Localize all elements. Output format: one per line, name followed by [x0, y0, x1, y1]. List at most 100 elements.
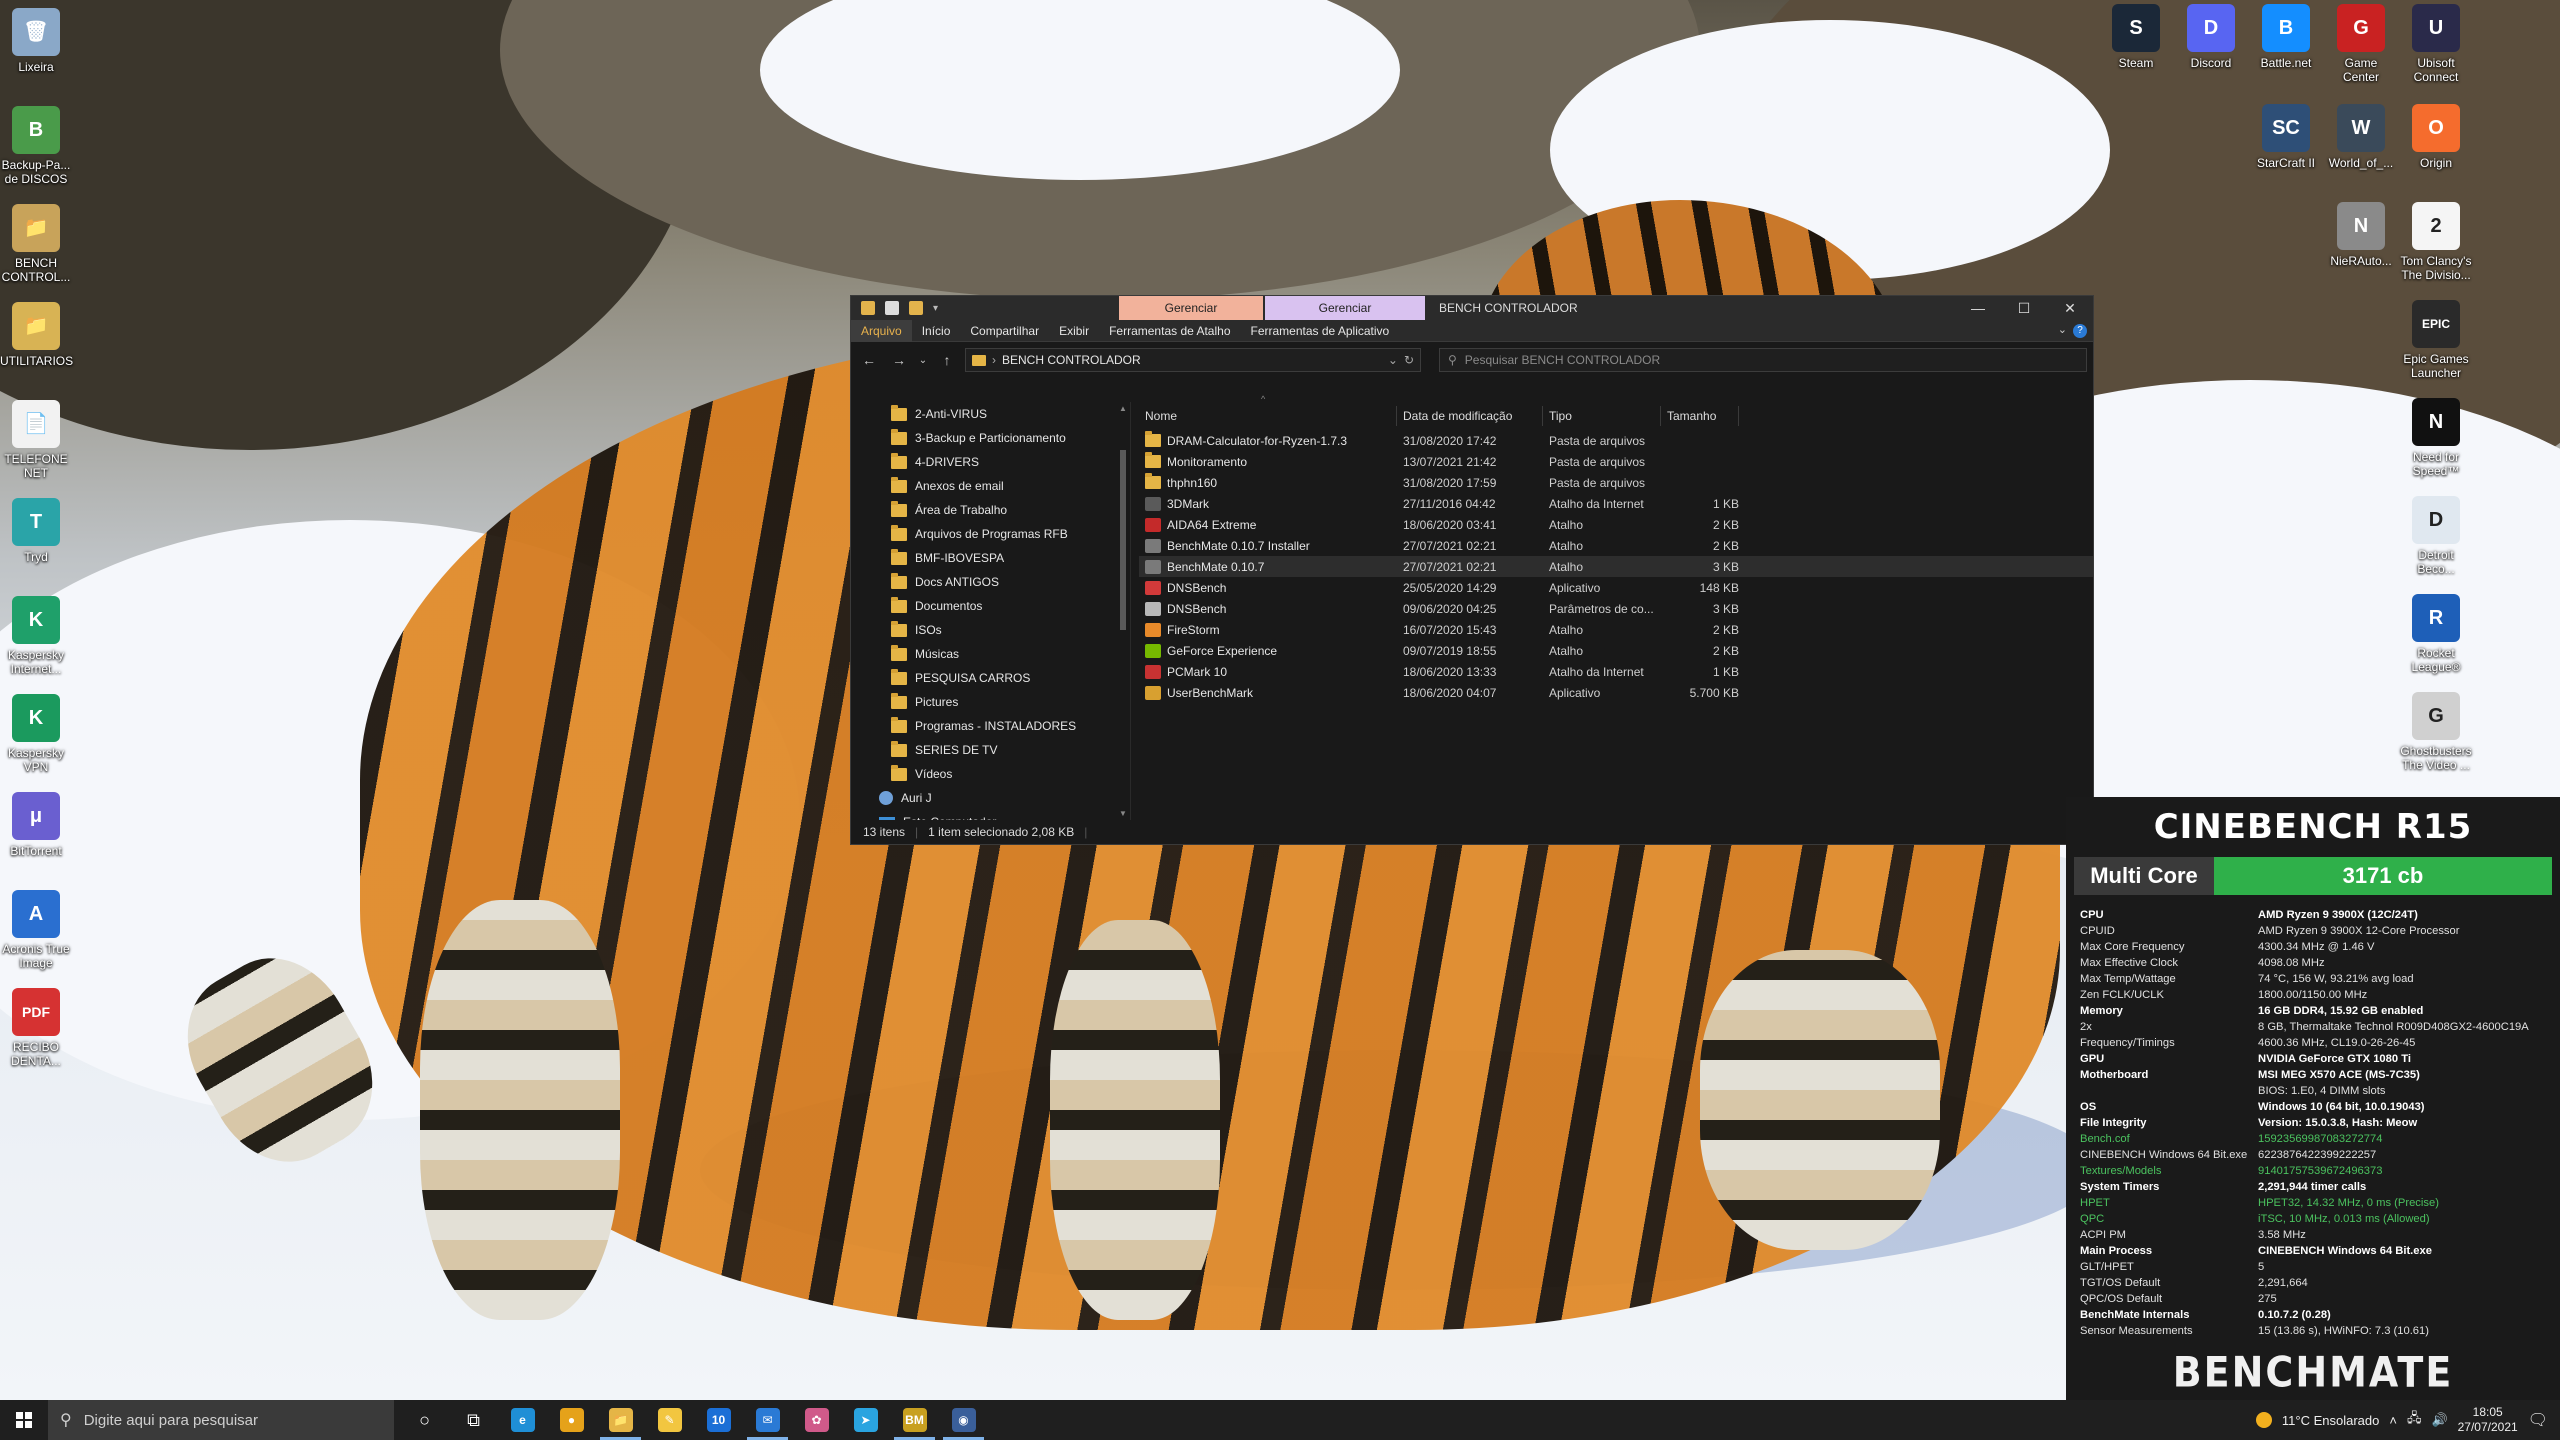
nav-item[interactable]: BMF-IBOVESPA — [851, 546, 1130, 570]
scroll-down-icon[interactable]: ▼ — [1119, 809, 1127, 818]
file-row[interactable]: BenchMate 0.10.7 Installer 27/07/2021 02… — [1139, 535, 2093, 556]
help-icon[interactable]: ? — [2073, 324, 2087, 338]
taskbar-search[interactable]: ⚲ Digite aqui para pesquisar — [48, 1400, 394, 1440]
taskbar-app-edge[interactable]: e — [498, 1400, 547, 1440]
desktop-icon[interactable]: D Detroit Beco... — [2400, 496, 2472, 576]
taskbar-app-cortana[interactable]: ○ — [400, 1400, 449, 1440]
scroll-up-icon[interactable]: ▲ — [1119, 404, 1127, 413]
taskbar-app-notes[interactable]: ✎ — [645, 1400, 694, 1440]
taskbar-app-mail[interactable]: ✉ — [743, 1400, 792, 1440]
notifications-icon[interactable]: 🗨 — [2528, 1410, 2548, 1430]
taskbar-search-input[interactable]: Digite aqui para pesquisar — [84, 1412, 258, 1429]
nav-item[interactable]: SERIES DE TV — [851, 738, 1130, 762]
ribbon-tab[interactable]: Início — [912, 320, 961, 342]
ribbon-tab[interactable]: Exibir — [1049, 320, 1099, 342]
nav-item[interactable]: ISOs — [851, 618, 1130, 642]
start-button[interactable] — [0, 1400, 48, 1440]
recent-locations-icon[interactable]: ⌄ — [917, 355, 929, 366]
expand-ribbon-icon[interactable]: ⌄ — [2058, 323, 2067, 336]
network-icon[interactable]: 🖧 — [2407, 1409, 2422, 1431]
taskbar-app-cinebench[interactable]: ◉ — [939, 1400, 988, 1440]
maximize-button[interactable]: ☐ — [2001, 296, 2047, 320]
up-button[interactable]: ↑ — [935, 352, 959, 368]
search-box[interactable]: ⚲ Pesquisar BENCH CONTROLADOR — [1439, 348, 2087, 372]
context-tab-manage-app[interactable]: Gerenciar — [1265, 296, 1425, 320]
explorer-titlebar[interactable]: ▾ Gerenciar Gerenciar BENCH CONTROLADOR … — [851, 296, 2093, 320]
nav-item[interactable]: Vídeos — [851, 762, 1130, 786]
file-row[interactable]: GeForce Experience 09/07/2019 18:55 Atal… — [1139, 640, 2093, 661]
desktop-icon[interactable]: PDF RECIBO DENTA... — [0, 988, 72, 1068]
nav-item[interactable]: Anexos de email — [851, 474, 1130, 498]
desktop-icon[interactable]: 📁 BENCH CONTROL... — [0, 204, 72, 284]
close-button[interactable]: ✕ — [2047, 296, 2093, 320]
desktop-icon[interactable]: R Rocket League® — [2400, 594, 2472, 674]
nav-item[interactable]: Pictures — [851, 690, 1130, 714]
file-row[interactable]: DNSBench 25/05/2020 14:29 Aplicativo 148… — [1139, 577, 2093, 598]
taskbar-app-calendar[interactable]: 10 — [694, 1400, 743, 1440]
show-hidden-icons-icon[interactable]: ˄ — [2389, 1413, 2397, 1428]
new-folder-icon[interactable] — [909, 301, 923, 315]
column-header-type[interactable]: Tipo — [1543, 406, 1661, 426]
desktop-icon[interactable]: SC StarCraft II — [2250, 104, 2322, 170]
taskbar-app-telegram[interactable]: ➤ — [841, 1400, 890, 1440]
column-header-name[interactable]: Nome — [1139, 406, 1397, 426]
file-row[interactable]: 3DMark 27/11/2016 04:42 Atalho da Intern… — [1139, 493, 2093, 514]
desktop-icon[interactable]: 🗑 Lixeira — [0, 8, 72, 74]
nav-item[interactable]: Programas - INSTALADORES — [851, 714, 1130, 738]
forward-button[interactable]: → — [887, 352, 911, 368]
nav-item[interactable]: Arquivos de Programas RFB — [851, 522, 1130, 546]
taskbar-app-chrome[interactable]: ● — [547, 1400, 596, 1440]
desktop-icon[interactable]: A Acronis True Image — [0, 890, 72, 970]
desktop-icon[interactable]: μ BitTorrent — [0, 792, 72, 858]
file-row[interactable]: AIDA64 Extreme 18/06/2020 03:41 Atalho 2… — [1139, 514, 2093, 535]
minimize-button[interactable]: — — [1955, 296, 2001, 320]
desktop-icon[interactable]: EPIC Epic Games Launcher — [2400, 300, 2472, 380]
desktop-icon[interactable]: 2 Tom Clancy's The Divisio... — [2400, 202, 2472, 282]
nav-scroll-thumb[interactable] — [1120, 450, 1126, 630]
address-dropdown-icon[interactable]: ⌄ — [1388, 353, 1398, 367]
nav-item[interactable]: 4-DRIVERS — [851, 450, 1130, 474]
desktop-icon[interactable]: T Tryd — [0, 498, 72, 564]
column-header-size[interactable]: Tamanho — [1661, 406, 1739, 426]
ribbon-tab[interactable]: Ferramentas de Aplicativo — [1241, 320, 1400, 342]
nav-item[interactable]: Área de Trabalho — [851, 498, 1130, 522]
desktop-icon[interactable]: 📄 TELEFONE NET — [0, 400, 72, 480]
taskbar-app-task-view[interactable]: ⧉ — [449, 1400, 498, 1440]
refresh-icon[interactable]: ↻ — [1404, 353, 1414, 367]
file-row[interactable]: thphn160 31/08/2020 17:59 Pasta de arqui… — [1139, 472, 2093, 493]
ribbon-tab[interactable]: Arquivo — [851, 319, 912, 342]
desktop-icon[interactable]: K Kaspersky VPN — [0, 694, 72, 774]
file-row[interactable]: FireStorm 16/07/2020 15:43 Atalho 2 KB — [1139, 619, 2093, 640]
nav-item-this-pc[interactable]: Este Computador — [851, 810, 1130, 820]
taskbar-app-file-explorer[interactable]: 📁 — [596, 1400, 645, 1440]
context-tab-manage-shortcut[interactable]: Gerenciar — [1119, 296, 1263, 320]
nav-item[interactable]: Documentos — [851, 594, 1130, 618]
file-row[interactable]: DRAM-Calculator-for-Ryzen-1.7.3 31/08/20… — [1139, 430, 2093, 451]
file-row[interactable]: UserBenchMark 18/06/2020 04:07 Aplicativ… — [1139, 682, 2093, 703]
desktop-icon[interactable]: O Origin — [2400, 104, 2472, 170]
file-row[interactable]: BenchMate 0.10.7 27/07/2021 02:21 Atalho… — [1139, 556, 2093, 577]
desktop-icon[interactable]: B Battle.net — [2250, 4, 2322, 70]
nav-item[interactable]: 2-Anti-VIRUS — [851, 402, 1130, 426]
desktop-icon[interactable]: W World_of_... — [2325, 104, 2397, 170]
file-row[interactable]: DNSBench 09/06/2020 04:25 Parâmetros de … — [1139, 598, 2093, 619]
nav-item[interactable]: Músicas — [851, 642, 1130, 666]
nav-item-user[interactable]: Auri J — [851, 786, 1130, 810]
file-explorer-window[interactable]: ▾ Gerenciar Gerenciar BENCH CONTROLADOR … — [850, 295, 2094, 845]
taskbar-app-paint[interactable]: ✿ — [792, 1400, 841, 1440]
desktop-icon[interactable]: K Kaspersky Internet... — [0, 596, 72, 676]
file-row[interactable]: PCMark 10 18/06/2020 13:33 Atalho da Int… — [1139, 661, 2093, 682]
ribbon-tab[interactable]: Ferramentas de Atalho — [1099, 320, 1240, 342]
nav-item[interactable]: PESQUISA CARROS — [851, 666, 1130, 690]
desktop-icon[interactable]: B Backup-Pa... de DISCOS — [0, 106, 72, 186]
volume-icon[interactable]: 🔊 — [2431, 1412, 2447, 1428]
column-header-date[interactable]: Data de modificação — [1397, 406, 1543, 426]
nav-item[interactable]: 3-Backup e Particionamento — [851, 426, 1130, 450]
desktop-icon[interactable]: G Ghostbusters The Video ... — [2400, 692, 2472, 772]
back-button[interactable]: ← — [857, 352, 881, 368]
weather-text[interactable]: 11°C Ensolarado — [2282, 1413, 2379, 1428]
ribbon-tab[interactable]: Compartilhar — [960, 320, 1049, 342]
properties-icon[interactable] — [885, 301, 899, 315]
desktop-icon[interactable]: D Discord — [2175, 4, 2247, 70]
desktop-icon[interactable]: N Need for Speed™ — [2400, 398, 2472, 478]
